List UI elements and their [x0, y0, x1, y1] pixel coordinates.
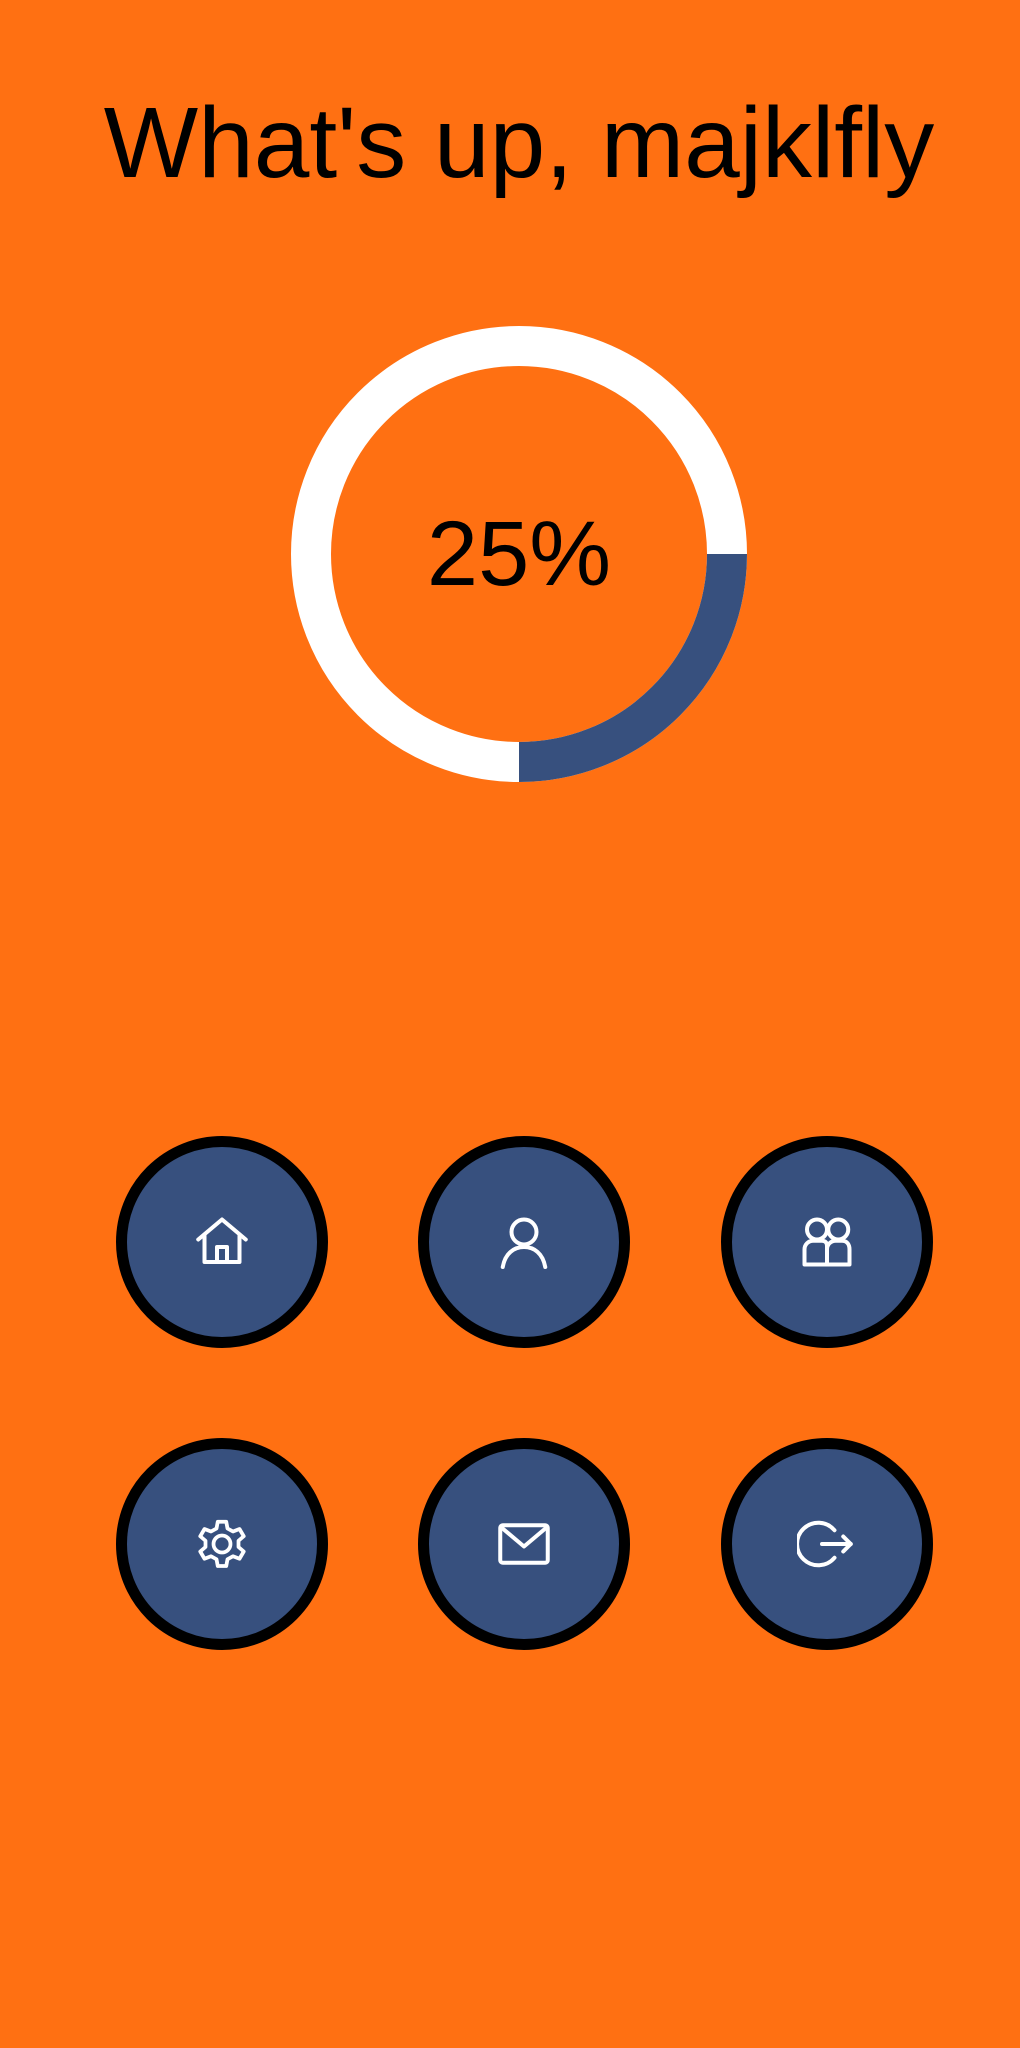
friends-button[interactable] [721, 1136, 933, 1348]
user-icon [500, 1217, 548, 1269]
home-button[interactable] [116, 1136, 328, 1348]
home-icon [196, 1217, 248, 1264]
progress-percent-label: 25% [426, 502, 612, 605]
greeting-title: What's up, majklfly [103, 87, 935, 199]
logout-button[interactable] [721, 1438, 933, 1650]
profile-button[interactable] [418, 1136, 630, 1348]
logout-icon [797, 1520, 853, 1568]
mail-icon [498, 1523, 550, 1565]
gear-icon [198, 1519, 246, 1568]
settings-button[interactable] [116, 1438, 328, 1650]
messages-button[interactable] [418, 1438, 630, 1650]
users-icon [802, 1217, 852, 1267]
